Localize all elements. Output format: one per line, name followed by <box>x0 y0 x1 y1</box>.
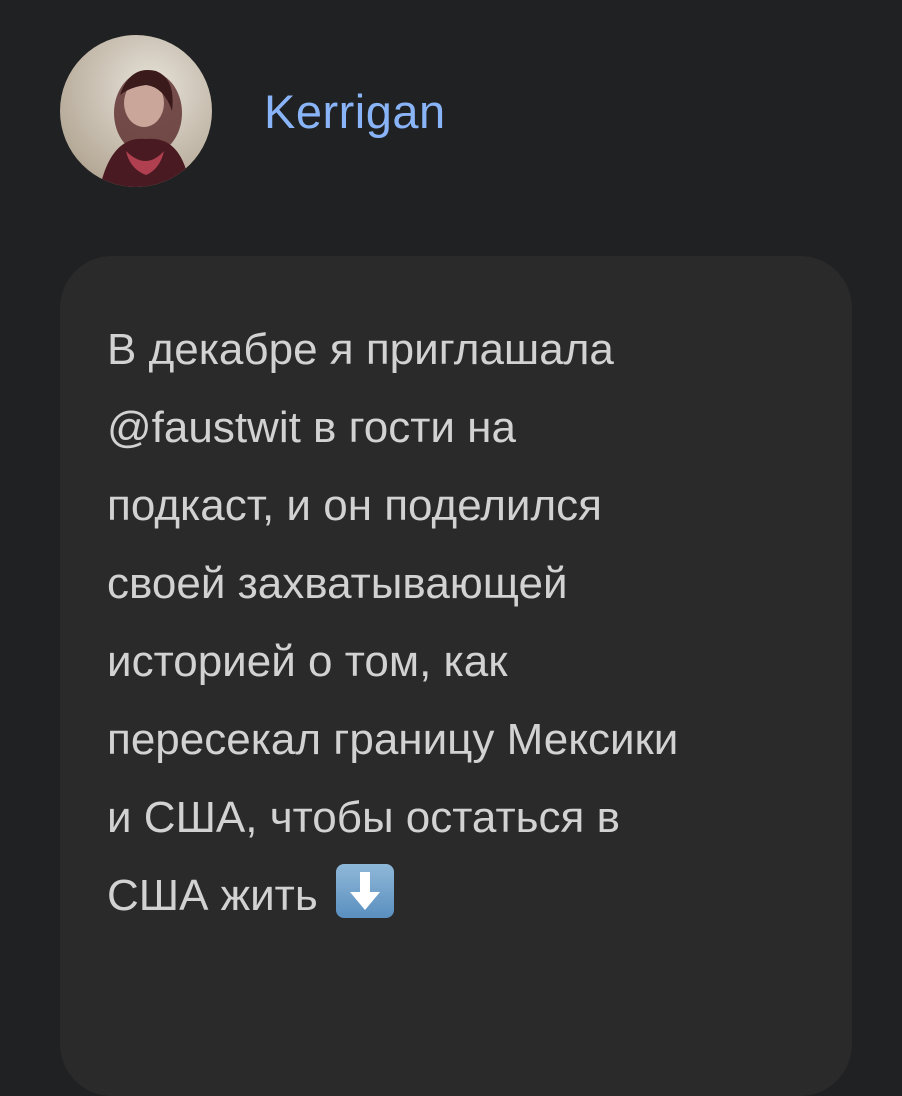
message-bubble: В декабре я приглашала @faustwit в гости… <box>60 256 852 1096</box>
author-name[interactable]: Kerrigan <box>264 84 446 139</box>
message-line: пересекал границу Мексики <box>107 715 679 764</box>
message-line: историей о том, как <box>107 637 508 686</box>
message-line: своей захватывающей <box>107 559 568 608</box>
post-header: Kerrigan <box>60 35 446 187</box>
message-line: В декабре я приглашала <box>107 325 614 374</box>
avatar[interactable] <box>60 35 212 187</box>
message-line: подкаст, и он поделился <box>107 481 602 530</box>
avatar-photo <box>100 70 190 187</box>
message-line: @faustwit в гости на <box>107 403 516 452</box>
message-line: и США, чтобы остаться в <box>107 793 620 842</box>
message-line: США жить <box>107 871 318 920</box>
down-arrow-icon <box>336 864 394 918</box>
message-body: В декабре я приглашала @faustwit в гости… <box>107 311 827 935</box>
